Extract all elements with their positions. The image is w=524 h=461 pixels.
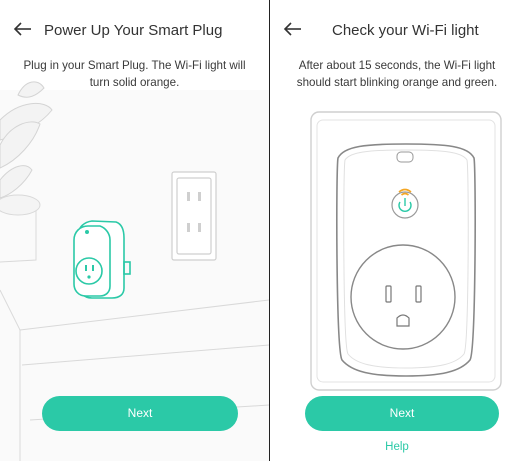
page-title: Power Up Your Smart Plug — [44, 22, 223, 39]
wifi-light-screen: Check your Wi-Fi light After about 15 se… — [270, 0, 524, 461]
wall-outlet-illustration — [171, 171, 217, 261]
next-button[interactable]: Next — [305, 396, 499, 431]
next-button[interactable]: Next — [42, 396, 238, 431]
smart-plug-illustration — [73, 220, 131, 299]
instruction-text: Plug in your Smart Plug. The Wi-Fi light… — [23, 59, 246, 89]
smart-plug-front-illustration — [310, 111, 502, 391]
screenshot-root: Power Up Your Smart Plug Plug in your Sm… — [0, 0, 524, 461]
back-arrow-icon[interactable] — [12, 18, 34, 40]
help-link[interactable]: Help — [270, 441, 524, 453]
left-header: Power Up Your Smart Plug — [0, 0, 269, 58]
power-up-screen: Power Up Your Smart Plug Plug in your Sm… — [0, 0, 270, 461]
